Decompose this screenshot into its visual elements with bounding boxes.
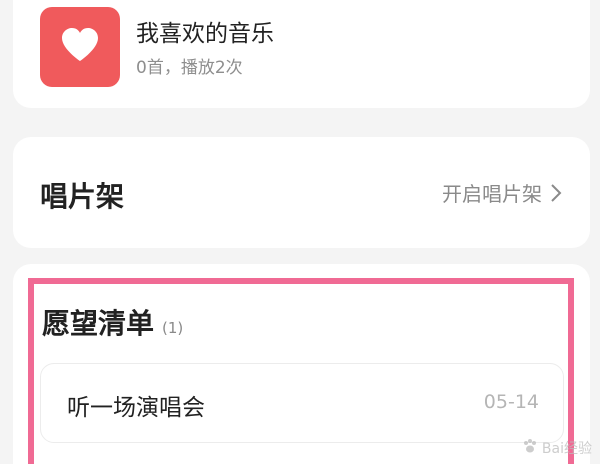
- wishlist-count: (1): [162, 319, 184, 337]
- record-shelf-card: 唱片架 开启唱片架: [13, 137, 590, 248]
- liked-music-title: 我喜欢的音乐: [136, 21, 274, 47]
- open-record-shelf-button[interactable]: 开启唱片架: [442, 178, 562, 207]
- watermark: Bai经验: [522, 438, 592, 458]
- page: 我喜欢的音乐 0首，播放2次 唱片架 开启唱片架 愿望清单 (1) 听一场演唱会…: [0, 0, 600, 464]
- baidu-paw-icon: [522, 438, 538, 458]
- wishlist-item-date: 05-14: [483, 391, 539, 413]
- wishlist-title: 愿望清单: [42, 307, 155, 340]
- heart-icon: [60, 27, 100, 67]
- wishlist-item-title: 听一场演唱会: [67, 395, 205, 421]
- liked-music-stats: 0首，播放2次: [136, 58, 243, 78]
- record-shelf-title: 唱片架: [40, 180, 125, 213]
- liked-music-cover: [40, 7, 120, 87]
- open-record-shelf-label: 开启唱片架: [442, 182, 542, 206]
- watermark-text: Bai经验: [541, 441, 592, 457]
- wishlist-header: 愿望清单 (1): [42, 302, 183, 342]
- chevron-right-icon: [550, 183, 562, 203]
- liked-music-card[interactable]: 我喜欢的音乐 0首，播放2次: [13, 0, 590, 108]
- wishlist-item[interactable]: 听一场演唱会 05-14: [40, 363, 564, 443]
